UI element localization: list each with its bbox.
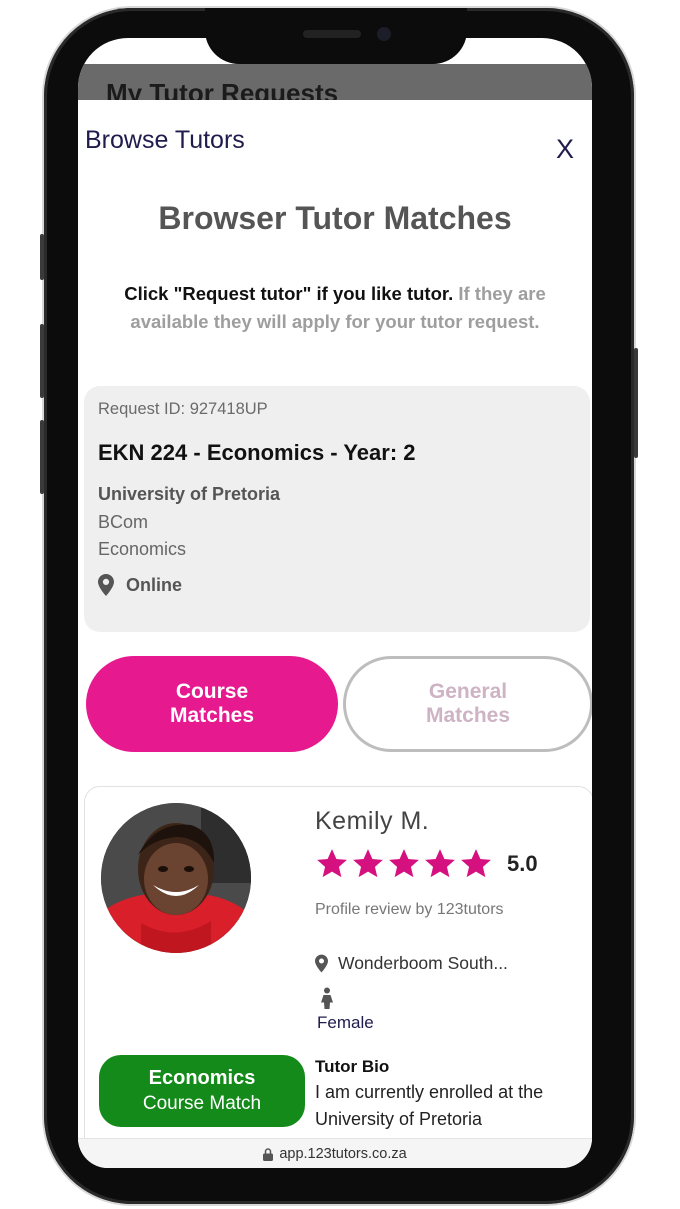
phone-notch [205, 8, 467, 64]
course-matches-label: Course Matches [169, 680, 255, 727]
phone-side-button [40, 234, 44, 280]
match-type: Course Match [142, 1093, 262, 1114]
tutor-location: Wonderboom South... [315, 953, 508, 974]
tutor-gender: Female [317, 1013, 374, 1032]
browse-tutors-modal: Browse Tutors X Browser Tutor Matches Cl… [78, 100, 592, 1140]
background-page-header: My Tutor Requests [78, 64, 592, 102]
modal-title: Browse Tutors [85, 126, 245, 154]
star-icon [353, 849, 383, 878]
course-matches-tab[interactable]: Course Matches [86, 656, 338, 752]
tutor-card[interactable]: Kemily M. 5.0 Profile review by 123tutor… [84, 786, 592, 1140]
request-location-label: Online [126, 574, 183, 595]
tutor-photo [101, 803, 251, 953]
request-subject: Economics [98, 539, 187, 559]
browser-url: app.123tutors.co.za [279, 1146, 407, 1162]
star-icon [425, 849, 455, 878]
avatar [101, 803, 251, 953]
request-university: University of Pretoria [98, 484, 281, 504]
close-icon[interactable]: X [556, 134, 574, 165]
general-matches-label: General Matches [425, 680, 511, 727]
phone-side-button [40, 324, 44, 398]
browser-url-bar[interactable]: app.123tutors.co.za [78, 1138, 592, 1168]
star-rating: 5.0 [315, 847, 538, 881]
request-course: EKN 224 - Economics - Year: 2 [98, 440, 416, 465]
request-degree: BCom [98, 512, 149, 532]
tutor-location-label: Wonderboom South... [338, 953, 508, 973]
page-heading: Browser Tutor Matches [158, 200, 512, 236]
request-card: Request ID: 927418UP EKN 224 - Economics… [84, 386, 590, 632]
front-camera [377, 27, 391, 41]
match-subject: Economics [148, 1067, 256, 1089]
star-icon [317, 849, 347, 878]
request-id: Request ID: 927418UP [98, 400, 268, 418]
tutor-name: Kemily M. [315, 807, 430, 835]
request-location: Online [98, 574, 182, 596]
course-match-badge: Economics Course Match [99, 1055, 305, 1127]
bio-title: Tutor Bio [315, 1057, 390, 1076]
phone-side-button [40, 420, 44, 494]
instruction-text: Click "Request tutor" if you like tutor.… [98, 280, 572, 336]
lock-icon [263, 1147, 274, 1161]
speaker-grille [303, 30, 361, 38]
star-icon [461, 849, 491, 878]
instruction-bold: Click "Request tutor" if you like tutor. [124, 283, 454, 304]
bio-text: I am currently enrolled at the Universit… [315, 1082, 544, 1129]
map-pin-icon [98, 574, 114, 596]
phone-side-button [634, 348, 638, 458]
background-page-title: My Tutor Requests [106, 78, 339, 102]
general-matches-tab[interactable]: General Matches [343, 656, 592, 752]
map-pin-icon [315, 954, 328, 973]
star-icon [389, 849, 419, 878]
review-note: Profile review by 123tutors [315, 901, 504, 918]
rating-value: 5.0 [507, 851, 538, 876]
female-person-icon [321, 987, 333, 1009]
phone-screen: My Tutor Requests Browse Tutors X Browse… [78, 38, 592, 1168]
